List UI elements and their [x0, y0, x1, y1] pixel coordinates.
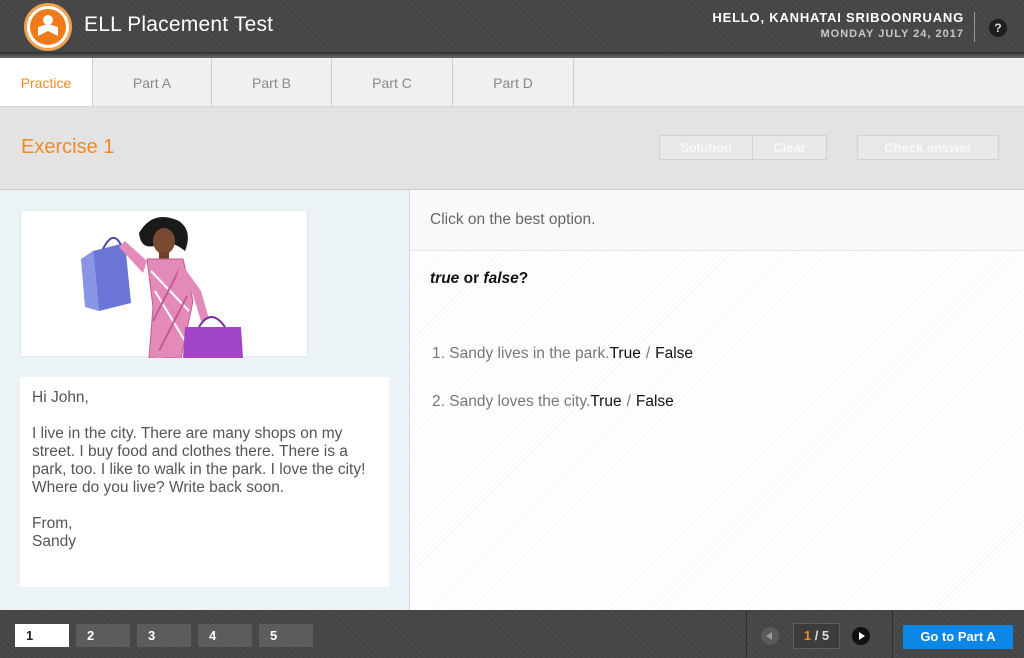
item-text: Sandy lives in the park.: [449, 345, 610, 362]
instruction-bar: Click on the best option.: [410, 190, 1024, 251]
person-reading-icon: [30, 9, 66, 45]
app-title: ELL Placement Test: [84, 13, 274, 36]
tab-practice[interactable]: Practice: [0, 58, 93, 106]
counter-separator: /: [811, 628, 822, 643]
option-separator: /: [626, 393, 631, 410]
solution-button[interactable]: Solution: [659, 135, 753, 160]
option-true-2[interactable]: True: [590, 393, 621, 410]
tab-part-d[interactable]: Part D: [453, 58, 574, 106]
story-letter: Hi John, I live in the city. There are m…: [20, 377, 389, 587]
question-panel: Click on the best option. true or false?…: [410, 190, 1024, 610]
page-button-5[interactable]: 5: [259, 624, 313, 647]
header-divider: [974, 12, 975, 42]
total-pages: 5: [821, 628, 830, 643]
item-text: Sandy loves the city.: [449, 393, 591, 410]
reading-panel: Hi John, I live in the city. There are m…: [0, 190, 410, 610]
page-button-4[interactable]: 4: [198, 624, 252, 647]
check-answer-button[interactable]: Check answer: [857, 135, 999, 160]
option-false-2[interactable]: False: [636, 393, 674, 410]
option-separator: /: [645, 345, 651, 362]
letter-signature: Sandy: [32, 533, 76, 550]
current-date: MONDAY JULY 24, 2017: [820, 28, 964, 40]
item-number: 1.: [432, 345, 445, 362]
question-item-2: 2. Sandy loves the city.True / False: [432, 393, 674, 411]
question-item-1: 1. Sandy lives in the park.True / False: [432, 345, 693, 363]
page-button-3[interactable]: 3: [137, 624, 191, 647]
letter-body: I live in the city. There are many shops…: [32, 425, 366, 496]
tab-part-a[interactable]: Part A: [93, 58, 212, 106]
exercise-toolbar: Exercise 1 Solution Clear Check answer: [0, 107, 1024, 190]
question-or: or: [459, 270, 484, 287]
question-mark-icon[interactable]: ?: [989, 19, 1007, 37]
user-greeting: HELLO, KANHATAI SRIBOONRUANG MONDAY JULY…: [712, 10, 964, 40]
letter-closing: From,: [32, 515, 73, 532]
footer-divider: [746, 610, 747, 658]
app-header: ELL Placement Test HELLO, KANHATAI SRIBO…: [0, 0, 1024, 52]
tab-part-c[interactable]: Part C: [332, 58, 453, 106]
question-false-word: false: [483, 270, 519, 287]
section-tabs: Practice Part A Part B Part C Part D: [0, 58, 1024, 107]
chevron-right-icon[interactable]: [852, 627, 870, 645]
shopping-woman-illustration: [81, 217, 243, 359]
question-true-word: true: [430, 270, 460, 287]
exercise-title: Exercise 1: [21, 136, 115, 158]
question-prompt: true or false?: [430, 270, 528, 288]
page-button-1[interactable]: 1: [15, 624, 69, 647]
current-page: 1: [803, 628, 812, 643]
user-name: KANHATAI SRIBOONRUANG: [769, 10, 964, 25]
story-image: [20, 210, 308, 359]
option-false-1[interactable]: False: [655, 345, 693, 362]
letter-greeting: Hi John,: [32, 389, 89, 406]
app-logo: [24, 3, 72, 51]
greeting-prefix: HELLO,: [712, 10, 765, 25]
chevron-left-icon[interactable]: [761, 627, 779, 645]
page-counter: 1 / 5: [793, 623, 840, 649]
tab-part-b[interactable]: Part B: [212, 58, 332, 106]
go-to-part-a-button[interactable]: Go to Part A: [903, 625, 1013, 649]
page-button-2[interactable]: 2: [76, 624, 130, 647]
clear-button[interactable]: Clear: [752, 135, 827, 160]
item-number: 2.: [432, 393, 445, 410]
instruction-text: Click on the best option.: [430, 211, 596, 228]
footer-divider: [892, 610, 893, 658]
footer-bar: 1 2 3 4 5: [0, 610, 1024, 658]
question-mark: ?: [518, 270, 529, 287]
option-true-1[interactable]: True: [610, 345, 641, 362]
